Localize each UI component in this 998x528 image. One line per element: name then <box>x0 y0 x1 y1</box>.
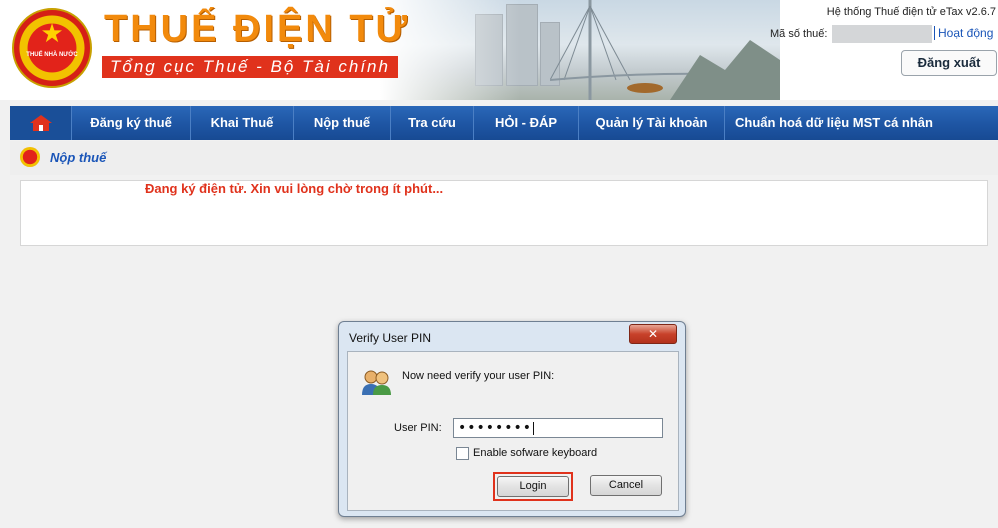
activity-link[interactable]: Hoạt động <box>934 26 993 40</box>
pin-prompt: Now need verify your user PIN: <box>402 370 555 382</box>
signing-status-message: Đang ký điện tử. Xin vui lòng chờ trong … <box>145 181 444 196</box>
system-version: Hệ thống Thuế điện tử eTax v2.6.7 <box>826 6 996 18</box>
main-nav: Đăng ký thuế Khai Thuế Nộp thuế Tra cứu … <box>10 106 998 140</box>
site-header: ★ THUẾ NHÀ NƯỚC THUẾ ĐIỆN TỬ Tổng cục Th… <box>0 0 998 100</box>
brand-subtitle: Tổng cục Thuế - Bộ Tài chính <box>102 56 398 78</box>
home-icon <box>30 115 52 131</box>
national-emblem-logo: ★ THUẾ NHÀ NƯỚC <box>12 8 92 88</box>
text-caret <box>533 421 535 435</box>
breadcrumb: Nộp thuế <box>10 141 998 175</box>
dialog-body: Now need verify your user PIN: User PIN:… <box>347 351 679 511</box>
nav-chuan-hoa-du-lieu[interactable]: Chuẩn hoá dữ liệu MST cá nhân <box>725 106 943 140</box>
pin-input[interactable]: •••••••• <box>453 418 663 438</box>
dialog-title: Verify User PIN <box>349 331 432 345</box>
brand-title: THUẾ ĐIỆN TỬ <box>104 8 411 50</box>
software-keyboard-checkbox[interactable] <box>456 447 469 460</box>
nav-quan-ly-tai-khoan[interactable]: Quản lý Tài khoản <box>579 106 725 140</box>
nav-tra-cuu[interactable]: Tra cứu <box>391 106 474 140</box>
verify-pin-dialog: Verify User PIN ✕ Now need verify your u… <box>338 321 686 517</box>
close-icon[interactable]: ✕ <box>629 324 677 344</box>
content-panel: Đang ký điện tử. Xin vui lòng chờ trong … <box>20 180 988 246</box>
login-button[interactable]: Login <box>497 476 569 497</box>
tax-code-value-redacted <box>832 25 932 43</box>
nav-hoi-dap[interactable]: HỎI - ĐÁP <box>474 106 579 140</box>
tax-code-label: Mã số thuế: <box>770 28 828 40</box>
emblem-text: THUẾ NHÀ NƯỚC <box>26 52 78 58</box>
pin-value: •••••••• <box>458 420 533 436</box>
users-icon <box>362 370 391 395</box>
pin-label: User PIN: <box>394 422 442 434</box>
nav-home[interactable] <box>10 106 72 140</box>
breadcrumb-label: Nộp thuế <box>50 150 107 165</box>
cancel-button[interactable]: Cancel <box>590 475 662 496</box>
emblem-icon <box>20 147 40 167</box>
nav-khai-thue[interactable]: Khai Thuế <box>191 106 294 140</box>
logout-button[interactable]: Đăng xuất <box>901 50 997 76</box>
software-keyboard-label[interactable]: Enable sofware keyboard <box>473 447 597 459</box>
star-icon: ★ <box>40 18 64 48</box>
nav-nop-thue[interactable]: Nộp thuế <box>294 106 391 140</box>
nav-dang-ky-thue[interactable]: Đăng ký thuế <box>72 106 191 140</box>
